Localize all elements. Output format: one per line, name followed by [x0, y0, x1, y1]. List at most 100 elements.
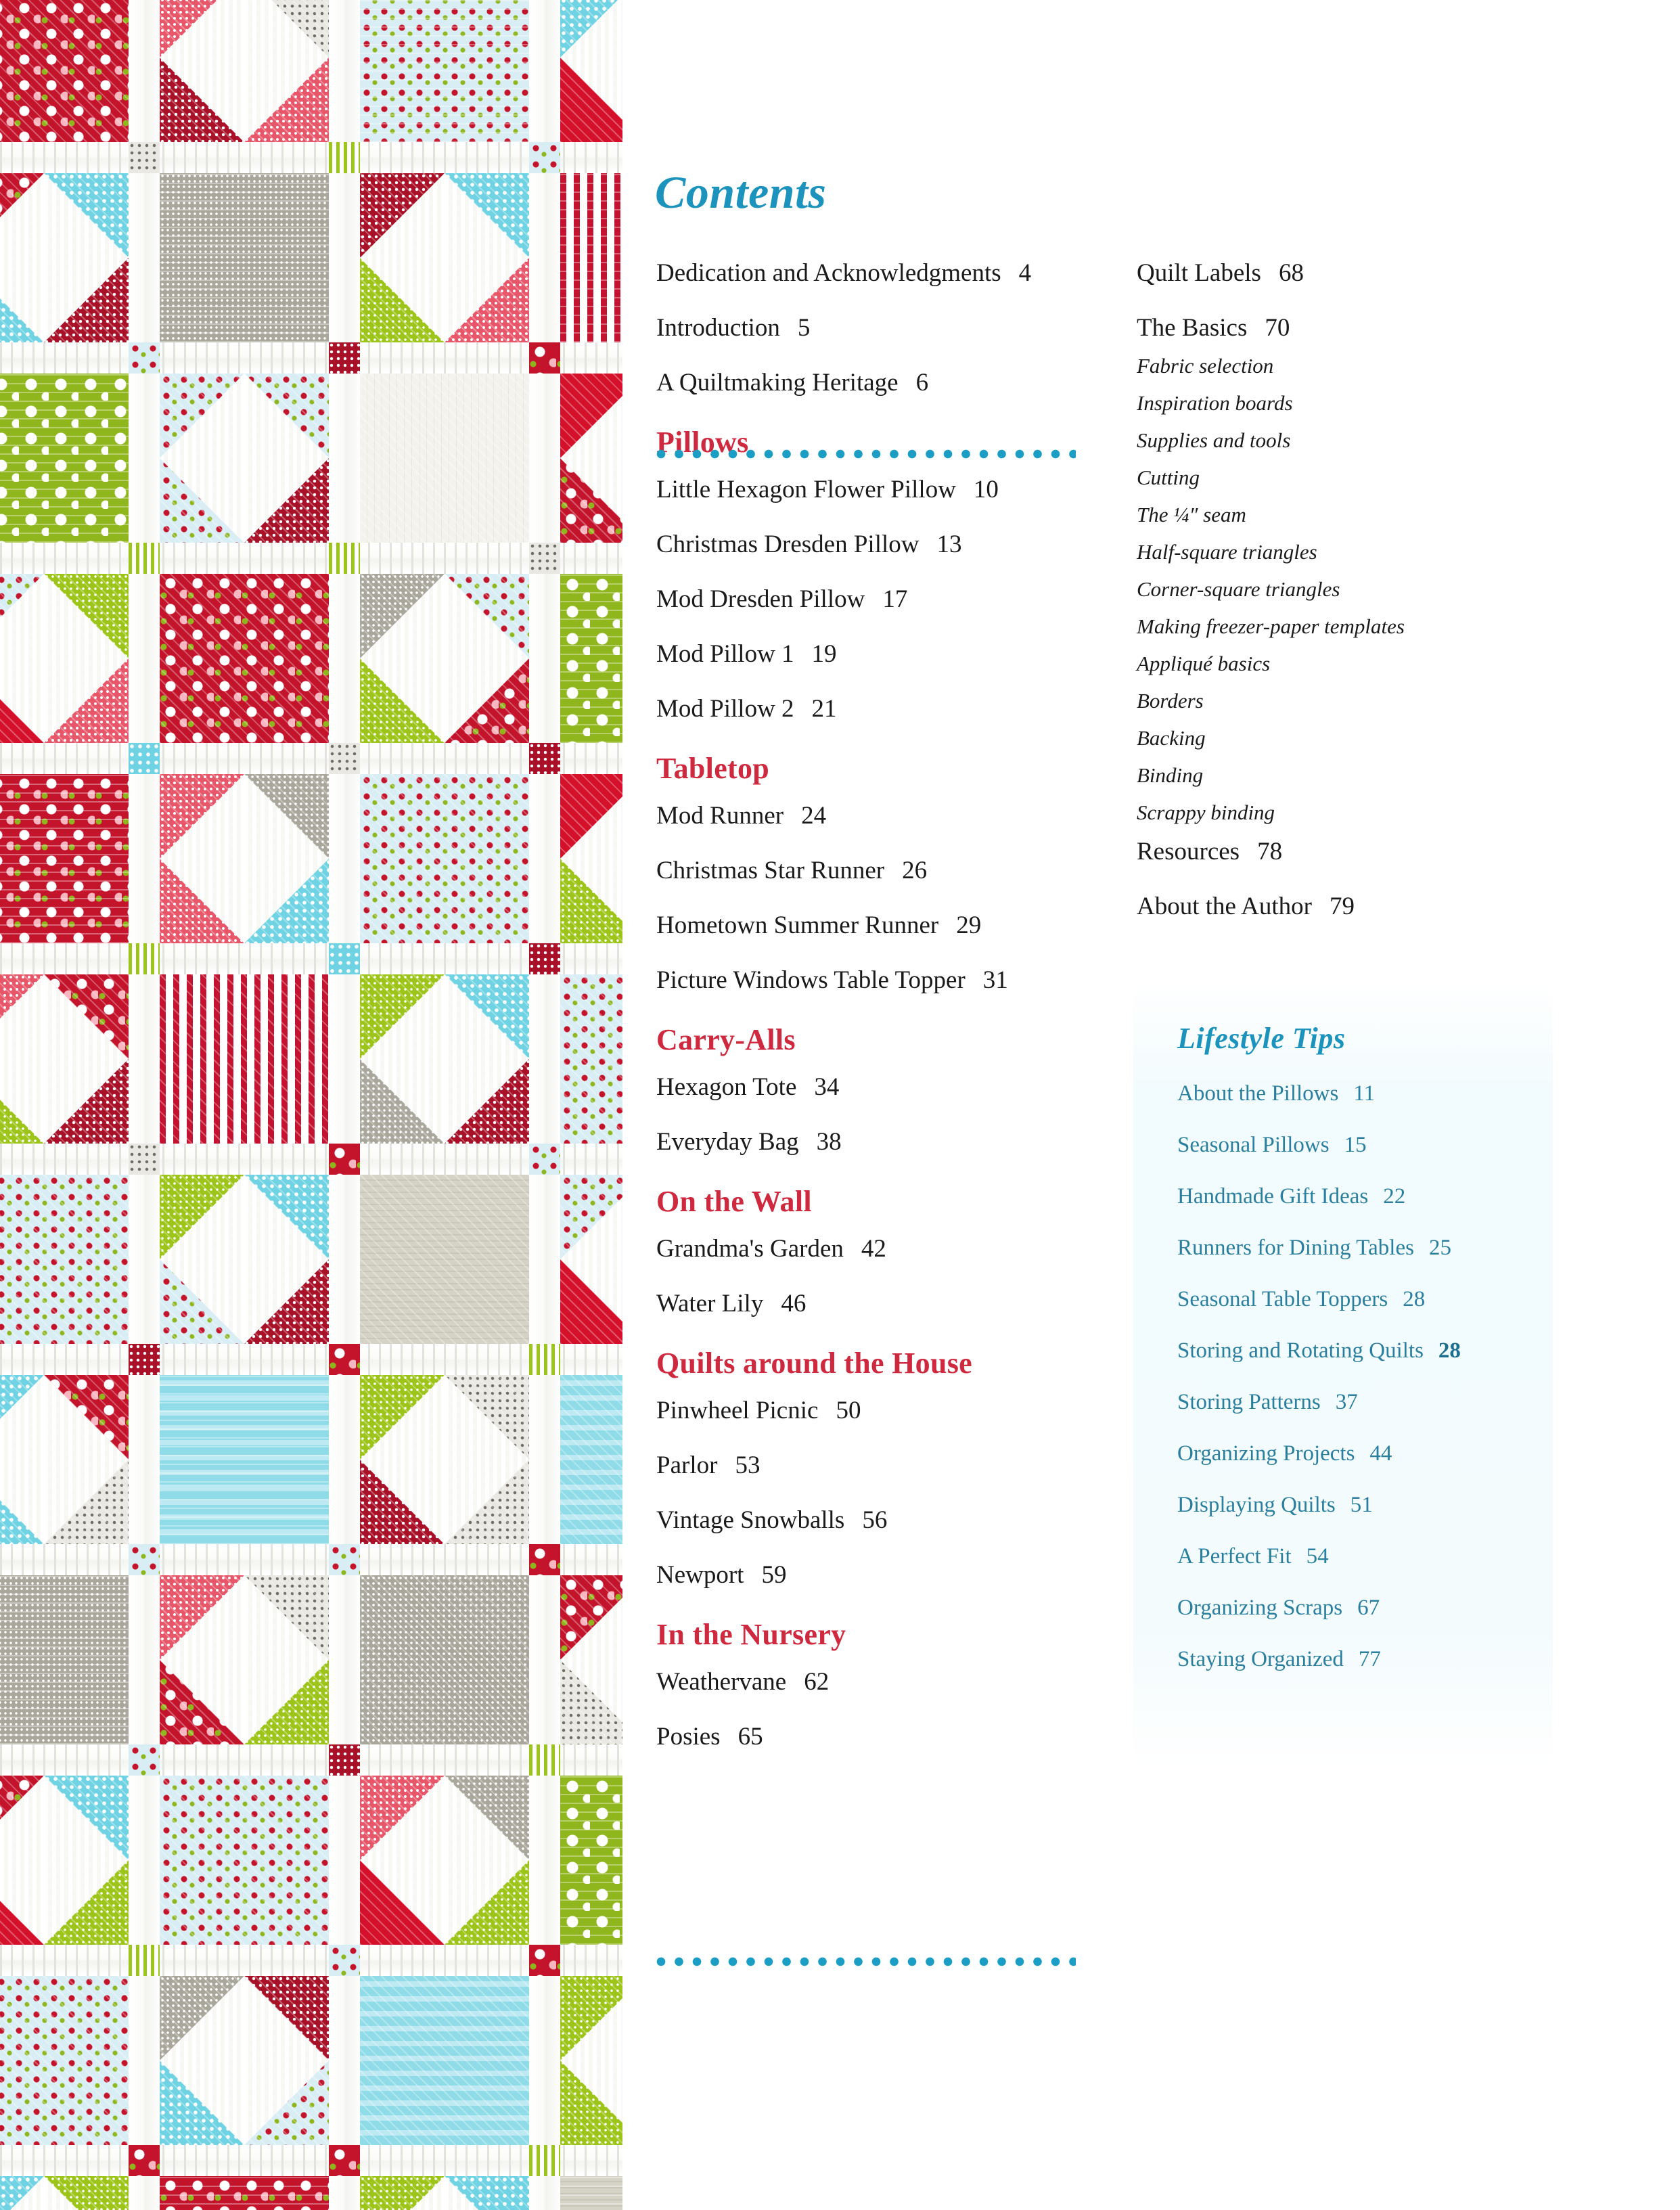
basics-subentry: Supplies and tools [1137, 428, 1291, 452]
contents-entry-page-number: 65 [737, 1723, 763, 1751]
contents-entry-label: Mod Pillow 2 [656, 695, 794, 723]
contents-entry[interactable]: Water Lily 46 [656, 1291, 1103, 1316]
contents-entry[interactable]: Posies 65 [656, 1724, 1103, 1749]
contents-entry-page-number: 50 [836, 1397, 861, 1424]
contents-entry-page-number: 17 [882, 585, 908, 613]
quilt-cornerstone [129, 142, 160, 173]
quilt-block [160, 1175, 329, 1344]
contents-entry[interactable]: Mod Pillow 2 21 [656, 696, 1103, 721]
quilt-cornerstone [129, 543, 160, 574]
quilt-cornerstone [329, 943, 360, 974]
lifestyle-tip[interactable]: A Perfect Fit 54 [1177, 1546, 1543, 1568]
quilt-block [160, 974, 329, 1144]
basics-subentry: Cutting [1137, 466, 1200, 489]
lifestyle-tips-title: Lifestyle Tips [1177, 1022, 1346, 1055]
lifestyle-tip[interactable]: Runners for Dining Tables 25 [1177, 1237, 1543, 1259]
contents-entry-label: Mod Runner [656, 802, 784, 830]
basics-subentry: The ¼″ seam [1137, 503, 1246, 526]
lifestyle-tip[interactable]: Seasonal Pillows 15 [1177, 1134, 1543, 1156]
quilt-block [560, 1575, 622, 1744]
contents-entry[interactable]: About the Author 79 [1137, 894, 1543, 919]
section-heading: In the Nursery [656, 1618, 846, 1651]
lifestyle-tip-label: Seasonal Table Toppers [1177, 1287, 1388, 1311]
contents-entry-page-number: 10 [973, 476, 999, 503]
contents-entry[interactable]: Parlor 53 [656, 1453, 1103, 1478]
contents-entry[interactable]: Mod Runner 24 [656, 803, 1103, 828]
quilt-block [160, 2176, 329, 2210]
contents-entry[interactable]: Grandma's Garden 42 [656, 1236, 1103, 1261]
lifestyle-tip[interactable]: Organizing Scraps 67 [1177, 1597, 1543, 1619]
quilt-cornerstone [529, 1344, 560, 1375]
contents-entry-label: Dedication and Acknowledgments [656, 259, 1001, 287]
quilt-block [560, 2176, 622, 2210]
quilt-sashing-vertical [129, 0, 160, 2210]
contents-entry[interactable]: Everyday Bag 38 [656, 1129, 1103, 1154]
quilt-block [560, 1776, 622, 1945]
lifestyle-tip-label: Runners for Dining Tables [1177, 1236, 1414, 1260]
contents-column-left: Dedication and Acknowledgments 4 Introduct… [656, 261, 1103, 1779]
contents-entry[interactable]: Mod Dresden Pillow 17 [656, 587, 1103, 612]
quilt-cornerstone [529, 1945, 560, 1976]
contents-entry[interactable]: Dedication and Acknowledgments 4 [656, 261, 1103, 286]
quilt-block [560, 173, 622, 342]
quilt-block [360, 2176, 529, 2210]
contents-entry[interactable]: Hometown Summer Runner 29 [656, 913, 1103, 938]
contents-entry[interactable]: Newport 59 [656, 1562, 1103, 1587]
quilt-block [360, 0, 529, 142]
contents-entry-label: Vintage Snowballs [656, 1506, 845, 1534]
contents-entry[interactable]: Weathervane 62 [656, 1669, 1103, 1694]
quilt-cornerstone [329, 1744, 360, 1776]
quilt-cornerstone [129, 1144, 160, 1175]
contents-entry[interactable]: Christmas Dresden Pillow 13 [656, 532, 1103, 557]
lifestyle-tip-page-number: 22 [1383, 1184, 1406, 1209]
contents-entry[interactable]: Little Hexagon Flower Pillow 10 [656, 477, 1103, 502]
contents-entry[interactable]: Pinwheel Picnic 50 [656, 1398, 1103, 1423]
lifestyle-tip-page-number: 54 [1306, 1544, 1329, 1569]
lifestyle-tip[interactable]: Staying Organized 77 [1177, 1648, 1543, 1671]
contents-entry-label: Hexagon Tote [656, 1073, 797, 1101]
contents-entry-page-number: 29 [956, 911, 982, 939]
quilt-block [160, 1575, 329, 1744]
lifestyle-tip[interactable]: About the Pillows 11 [1177, 1083, 1543, 1105]
quilt-block [0, 1776, 129, 1945]
lifestyle-tip[interactable]: Seasonal Table Toppers 28 [1177, 1288, 1543, 1311]
section-heading: On the Wall [656, 1185, 812, 1218]
basics-subentry: Making freezer-paper templates [1137, 614, 1405, 638]
contents-entry[interactable]: Resources 78 [1137, 839, 1543, 864]
quilt-block [160, 1776, 329, 1945]
quilt-block [160, 774, 329, 943]
contents-entry-label: Parlor [656, 1451, 718, 1479]
quilt-block [360, 173, 529, 342]
lifestyle-tip[interactable]: Organizing Projects 44 [1177, 1443, 1543, 1465]
quilt-block [360, 374, 529, 543]
lifestyle-tip[interactable]: Handmade Gift Ideas 22 [1177, 1186, 1543, 1208]
contents-entry[interactable]: Picture Windows Table Topper 31 [656, 968, 1103, 993]
lifestyle-tip[interactable]: Displaying Quilts 51 [1177, 1494, 1543, 1516]
contents-entry[interactable]: Christmas Star Runner 26 [656, 858, 1103, 883]
contents-entry[interactable]: Introduction 5 [656, 315, 1103, 340]
contents-entry[interactable]: Vintage Snowballs 56 [656, 1508, 1103, 1533]
contents-entry[interactable]: Quilt Labels 68 [1137, 261, 1543, 286]
basics-subentry: Appliqué basics [1137, 652, 1271, 675]
quilt-cornerstone [329, 142, 360, 173]
quilt-cornerstone [529, 342, 560, 374]
basics-subentry: Binding [1137, 763, 1204, 787]
quilt-block [160, 173, 329, 342]
contents-entry-page-number: 56 [862, 1506, 888, 1534]
contents-entry[interactable]: The Basics 70 [1137, 315, 1543, 340]
quilt-cornerstone [329, 743, 360, 774]
contents-entry[interactable]: Mod Pillow 1 19 [656, 641, 1103, 667]
contents-entry-page-number: 34 [814, 1073, 840, 1101]
contents-entry-label: Mod Dresden Pillow [656, 585, 865, 613]
lifestyle-tip[interactable]: Storing Patterns 37 [1177, 1391, 1543, 1414]
lifestyle-tip[interactable]: Storing and Rotating Quilts 28 [1177, 1340, 1543, 1362]
quilt-cornerstone [529, 1144, 560, 1175]
lifestyle-tip-label: A Perfect Fit [1177, 1544, 1292, 1569]
contents-entry[interactable]: Hexagon Tote 34 [656, 1075, 1103, 1100]
lifestyle-tips-list: About the Pillows 11 Seasonal Pillows 15 Han… [1177, 1083, 1543, 1700]
contents-entry-label: Mod Pillow 1 [656, 640, 794, 668]
contents-entry-label: Christmas Star Runner [656, 857, 885, 884]
contents-entry[interactable]: A Quiltmaking Heritage 6 [656, 370, 1103, 395]
quilt-cornerstone [329, 342, 360, 374]
quilt-block-grid [0, 0, 622, 2210]
